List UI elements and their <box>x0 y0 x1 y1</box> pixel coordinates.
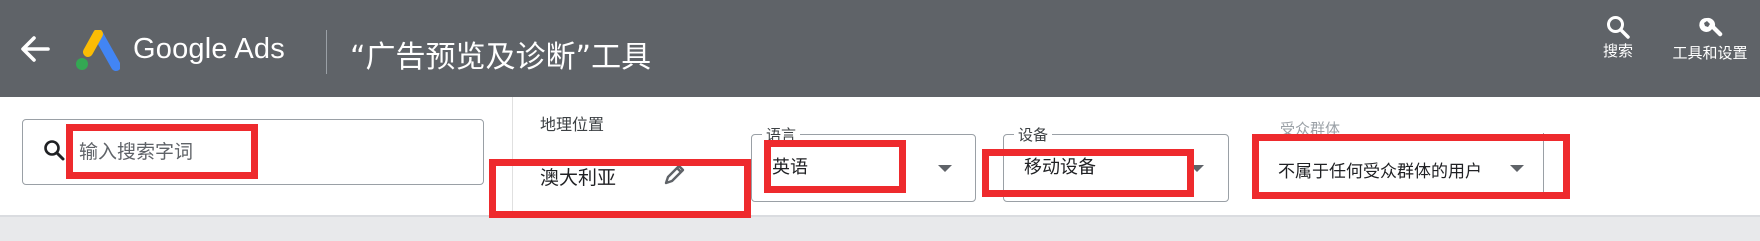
highlight-device <box>982 149 1194 197</box>
search-label: 搜索 <box>1602 42 1633 60</box>
page-title: “广告预览及诊断”工具 <box>350 40 652 75</box>
highlight-language <box>764 140 906 193</box>
title-separator <box>326 30 327 74</box>
device-label: 设备 <box>1014 124 1053 145</box>
top-app-bar: Google Ads “广告预览及诊断”工具 搜索 工具和设置 <box>0 0 1760 97</box>
tools-label: 工具和设置 <box>1672 44 1748 62</box>
tools-settings-button[interactable]: 工具和设置 <box>1668 14 1752 63</box>
geo-label: 地理位置 <box>540 115 605 134</box>
highlight-audience <box>1252 134 1570 199</box>
highlight-search <box>66 124 258 179</box>
back-arrow-icon[interactable] <box>18 34 52 64</box>
search-icon <box>44 140 65 161</box>
dropdown-caret-icon <box>938 165 952 172</box>
brand-name: Google Ads <box>133 33 285 65</box>
wrench-icon <box>1699 17 1723 37</box>
highlight-geo <box>489 159 751 218</box>
search-icon <box>1607 16 1630 39</box>
google-ads-logo <box>76 30 120 71</box>
header-search-button[interactable]: 搜索 <box>1590 14 1646 61</box>
